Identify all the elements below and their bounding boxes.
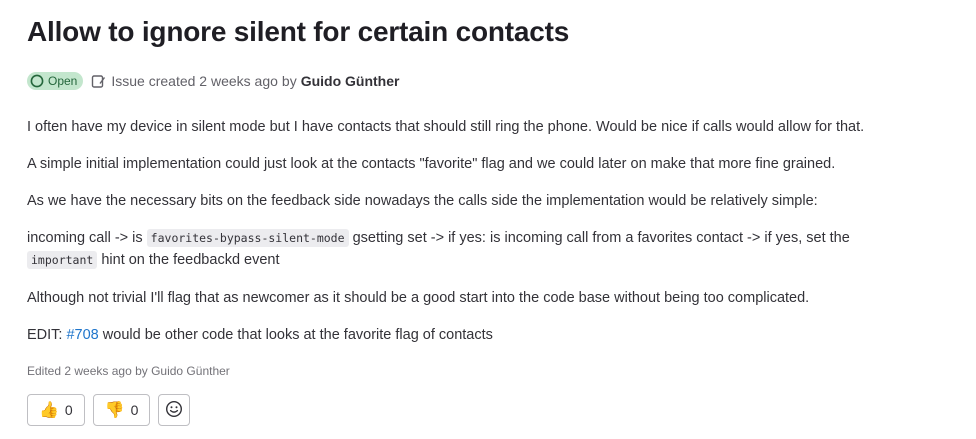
- smiley-icon: [165, 400, 183, 421]
- thumbs-down-count: 0: [130, 402, 139, 418]
- created-text: Issue created 2 weeks ago: [111, 73, 278, 89]
- description-paragraph-5: Although not trivial I'll flag that as n…: [27, 290, 810, 306]
- issue-meta: Open Issue created 2 weeks ago by Guido …: [27, 72, 399, 90]
- add-reaction-button[interactable]: [158, 394, 191, 426]
- thumbs-up-count: 0: [64, 402, 73, 418]
- description-paragraph-4-cont: important hint on the feedbackd event: [27, 249, 280, 271]
- p4-text-pre: incoming call -> is: [27, 230, 147, 246]
- p6-text-post: would be other code that looks at the fa…: [98, 327, 493, 343]
- description-paragraph-4: incoming call -> is favorites-bypass-sil…: [27, 227, 850, 249]
- thumbs-up-button[interactable]: 👍 0: [27, 394, 85, 426]
- p6-text-pre: EDIT:: [27, 327, 67, 343]
- edited-note: Edited 2 weeks ago by Guido Günther: [27, 364, 230, 378]
- hint-code: important: [27, 251, 98, 269]
- thumbs-down-icon: 👎: [104, 400, 125, 419]
- gsetting-code: favorites-bypass-silent-mode: [146, 229, 349, 247]
- thumbs-up-icon: 👍: [39, 400, 59, 419]
- description-paragraph-3: As we have the necessary bits on the fee…: [27, 193, 818, 209]
- status-badge: Open: [27, 72, 84, 90]
- by-text: by: [281, 73, 297, 89]
- thumbs-down-button[interactable]: 👎 0: [92, 394, 151, 426]
- p4-text-mid: gsetting set -> if yes: is incoming call…: [348, 230, 850, 246]
- description-paragraph-1: I often have my device in silent mode bu…: [27, 119, 865, 135]
- description-paragraph-2: A simple initial implementation could ju…: [27, 156, 836, 172]
- p4-text-post: hint on the feedbackd event: [97, 252, 280, 268]
- author-link[interactable]: Guido Günther: [301, 73, 400, 89]
- issue-title: Allow to ignore silent for certain conta…: [27, 16, 570, 47]
- issue-type-icon: [91, 74, 106, 89]
- issue-reference-link[interactable]: #708: [66, 327, 98, 343]
- reactions-bar: 👍 0 👎 0: [27, 394, 191, 426]
- description-paragraph-6: EDIT: #708 would be other code that look…: [27, 324, 493, 346]
- open-status-icon: [30, 74, 44, 88]
- status-label: Open: [48, 74, 78, 88]
